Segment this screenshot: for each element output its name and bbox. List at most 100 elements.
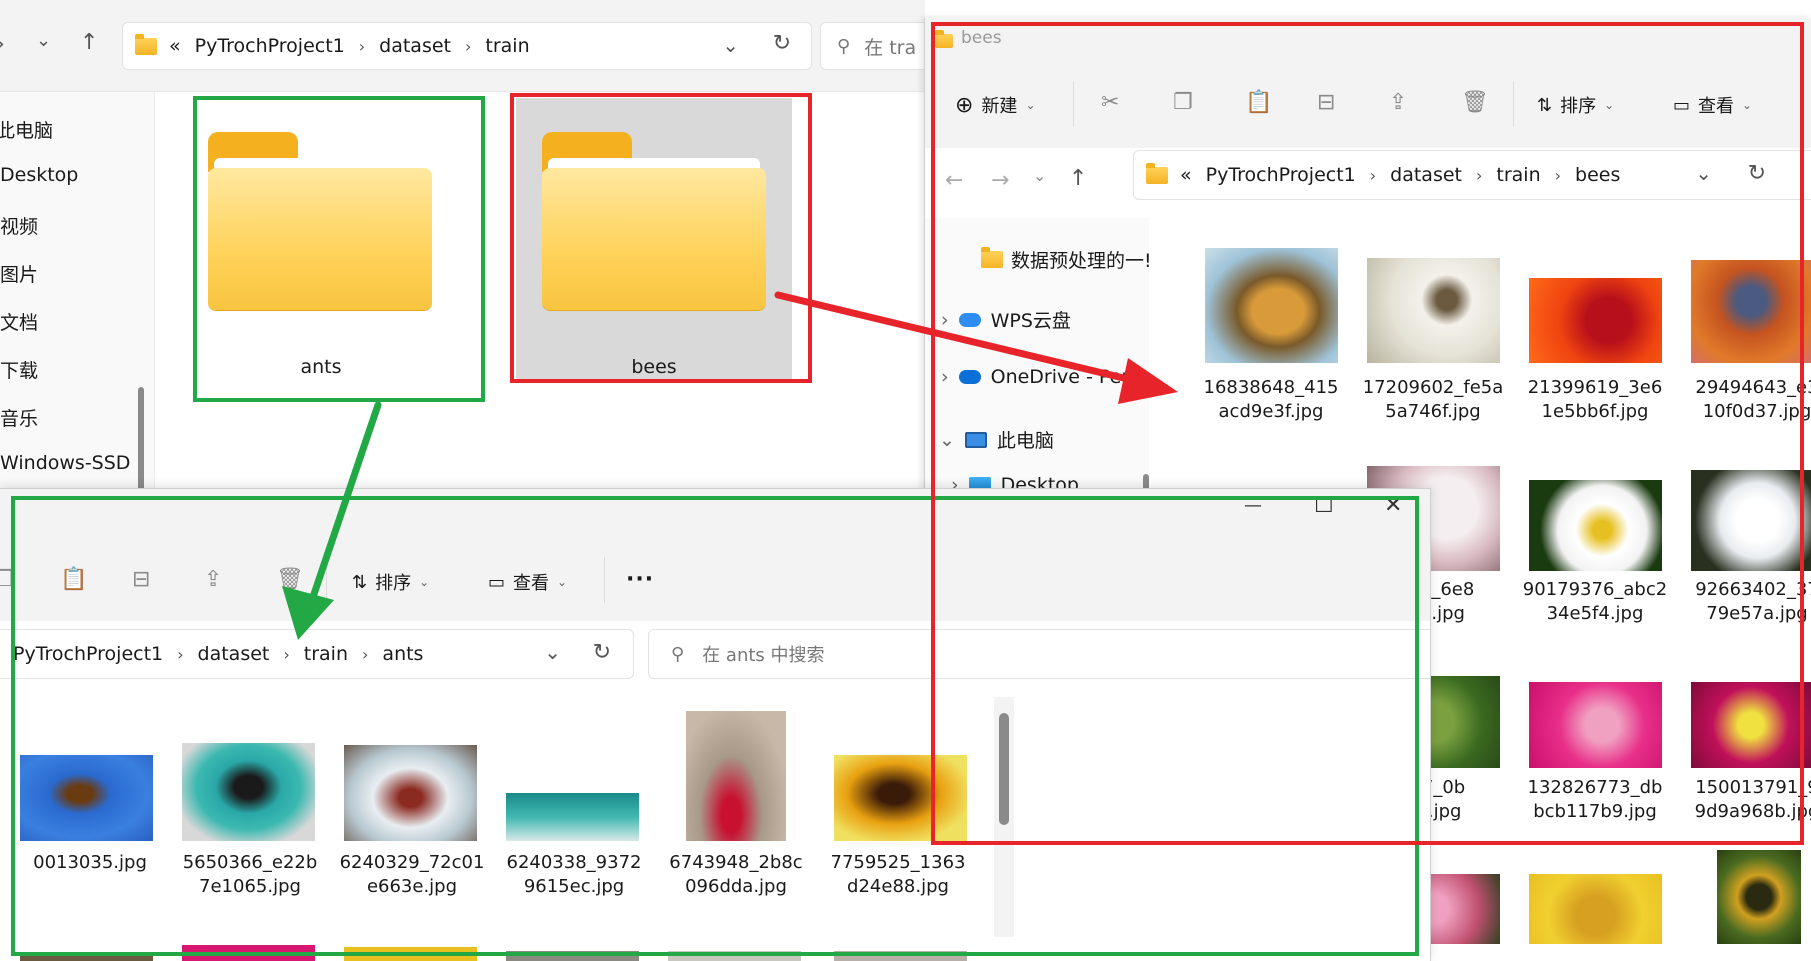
chevron-down-icon[interactable]: ⌄: [544, 640, 561, 664]
breadcrumb-item[interactable]: train: [304, 643, 348, 665]
sidebar-item-downloads[interactable]: 下载: [0, 356, 38, 383]
breadcrumb-item[interactable]: ants: [382, 643, 423, 665]
sidebar-item-windows-ssd[interactable]: Windows-SSD (: [0, 452, 144, 474]
sort-button[interactable]: ⇅ 排序 ⌄: [352, 569, 429, 595]
copy-icon[interactable]: ❐: [0, 567, 14, 592]
thumbnail[interactable]: [668, 951, 801, 961]
breadcrumb-item[interactable]: dataset: [1390, 164, 1462, 186]
sidebar-item-onedrive[interactable]: › OneDrive - Perso: [941, 366, 1151, 388]
refresh-icon[interactable]: ↻: [1748, 161, 1766, 186]
breadcrumb-item[interactable]: bees: [1575, 164, 1620, 186]
thumbnail[interactable]: [834, 951, 967, 961]
refresh-icon[interactable]: ↻: [773, 31, 791, 56]
file-name[interactable]: 92663402_37 79e57a.jpg: [1677, 578, 1811, 626]
breadcrumb-overflow[interactable]: «: [1180, 164, 1192, 186]
file-name[interactable]: 0013035.jpg: [10, 851, 170, 875]
thumbnail[interactable]: [1717, 850, 1801, 944]
refresh-icon[interactable]: ↻: [593, 640, 611, 665]
copy-icon[interactable]: ❐: [1173, 90, 1193, 115]
file-name[interactable]: 5650366_e22b 7e1065.jpg: [170, 851, 330, 899]
file-name[interactable]: 6240338_9372 9615ec.jpg: [494, 851, 654, 899]
thumbnail[interactable]: [1367, 258, 1500, 363]
maximize-button[interactable]: ☐: [1314, 493, 1334, 518]
folder-bees[interactable]: bees: [516, 98, 792, 380]
breadcrumb-item[interactable]: dataset: [379, 35, 451, 57]
up-arrow-icon[interactable]: ↑: [80, 30, 98, 55]
chevron-right-icon[interactable]: ›: [941, 366, 949, 388]
forward-arrow-icon[interactable]: ›: [0, 32, 5, 57]
main-address-bar[interactable]: « PyTrochProject1 › dataset › train ⌄ ↻: [122, 22, 812, 70]
thumbnail[interactable]: [1691, 260, 1811, 363]
delete-icon[interactable]: 🗑: [1461, 90, 1489, 115]
thumbnail[interactable]: [1691, 682, 1811, 768]
view-button[interactable]: ▭ 查看 ⌄: [1673, 92, 1752, 118]
delete-icon[interactable]: 🗑: [276, 567, 304, 592]
breadcrumb-item[interactable]: PyTrochProject1: [195, 35, 345, 57]
file-name[interactable]: 6240329_72c01 e663e.jpg: [332, 851, 492, 899]
breadcrumb-item[interactable]: dataset: [198, 643, 270, 665]
chevron-right-icon[interactable]: ›: [941, 309, 949, 331]
ants-address-bar[interactable]: PyTrochProject1 › dataset › train › ants…: [0, 629, 634, 679]
file-name[interactable]: 150013791_9 9d9a968b.jpg: [1677, 776, 1811, 824]
thumbnail[interactable]: [1529, 278, 1662, 363]
thumbnail[interactable]: [686, 711, 786, 841]
sidebar-item-pictures[interactable]: 图片: [0, 260, 38, 287]
thumbnail[interactable]: [1529, 480, 1662, 571]
thumbnail[interactable]: [506, 951, 639, 961]
sidebar-item-folder[interactable]: 数据预处理的一!: [981, 246, 1152, 273]
sidebar-item-this-pc[interactable]: 此电脑: [0, 116, 53, 143]
thumbnail[interactable]: [182, 743, 315, 841]
sidebar-item-videos[interactable]: 视频: [0, 212, 38, 239]
file-name[interactable]: 7759525_1363 d24e88.jpg: [818, 851, 978, 899]
view-button[interactable]: ▭ 查看 ⌄: [488, 569, 567, 595]
breadcrumb-item[interactable]: train: [1496, 164, 1540, 186]
thumbnail[interactable]: [1529, 874, 1662, 944]
sort-button[interactable]: ⇅ 排序 ⌄: [1537, 92, 1614, 118]
content-scrollbar[interactable]: [994, 697, 1014, 937]
chevron-down-icon[interactable]: ⌄: [1695, 161, 1712, 185]
minimize-button[interactable]: —: [1244, 495, 1262, 516]
main-search-box[interactable]: ⚲ 在 tra: [820, 22, 925, 70]
folder-ants[interactable]: ants: [196, 100, 476, 390]
thumbnail[interactable]: [1529, 682, 1662, 768]
rename-icon[interactable]: ⊟: [1317, 90, 1335, 115]
up-arrow-icon[interactable]: ↑: [1069, 166, 1087, 191]
file-name[interactable]: 90179376_abc2 34e5f4.jpg: [1515, 578, 1675, 626]
file-name[interactable]: 6743948_2b8c 096dda.jpg: [656, 851, 816, 899]
recent-chevron-icon[interactable]: ⌄: [1033, 166, 1046, 185]
file-name[interactable]: 29494643_e3 10f0d37.jpg: [1677, 376, 1811, 424]
recent-chevron-icon[interactable]: ⌄: [36, 30, 51, 51]
sidebar-item-wps[interactable]: › WPS云盘: [941, 306, 1071, 333]
cut-icon[interactable]: ✂: [1101, 90, 1119, 115]
ants-search-box[interactable]: ⚲ 在 ants 中搜索: [648, 629, 1430, 679]
breadcrumb-overflow[interactable]: «: [169, 35, 181, 57]
share-icon[interactable]: ⇪: [1389, 90, 1407, 115]
rename-icon[interactable]: ⊟: [132, 567, 150, 592]
file-name[interactable]: 16838648_415 acd9e3f.jpg: [1191, 376, 1351, 424]
thumbnail[interactable]: [20, 955, 153, 961]
paste-icon[interactable]: 📋: [60, 567, 87, 592]
thumbnail[interactable]: [834, 755, 967, 841]
file-name[interactable]: 132826773_db bcb117b9.jpg: [1515, 776, 1675, 824]
thumbnail[interactable]: [20, 755, 153, 841]
bees-address-bar[interactable]: « PyTrochProject1 › dataset › train › be…: [1133, 150, 1811, 200]
sidebar-item-documents[interactable]: 文档: [0, 308, 38, 335]
close-button[interactable]: ✕: [1384, 493, 1402, 518]
sidebar-item-desktop[interactable]: Desktop: [0, 164, 78, 186]
thumbnail[interactable]: [1691, 470, 1811, 571]
file-name[interactable]: 17209602_fe5a 5a746f.jpg: [1353, 376, 1513, 424]
sidebar-item-this-pc[interactable]: ⌄ 此电脑: [939, 426, 1054, 453]
share-icon[interactable]: ⇪: [204, 567, 222, 592]
thumbnail[interactable]: [1205, 248, 1338, 363]
new-button[interactable]: ⊕ 新建 ⌄: [955, 92, 1036, 118]
paste-icon[interactable]: 📋: [1245, 90, 1272, 115]
scrollbar-thumb[interactable]: [999, 713, 1009, 825]
back-arrow-icon[interactable]: ←: [945, 168, 963, 193]
sidebar-item-music[interactable]: 音乐: [0, 404, 38, 431]
breadcrumb-item[interactable]: train: [485, 35, 529, 57]
chevron-down-icon[interactable]: ⌄: [722, 33, 739, 57]
thumbnail[interactable]: [344, 947, 477, 961]
thumbnail[interactable]: [344, 745, 477, 841]
thumbnail[interactable]: [182, 945, 315, 961]
file-name[interactable]: 21399619_3e6 1e5bb6f.jpg: [1515, 376, 1675, 424]
